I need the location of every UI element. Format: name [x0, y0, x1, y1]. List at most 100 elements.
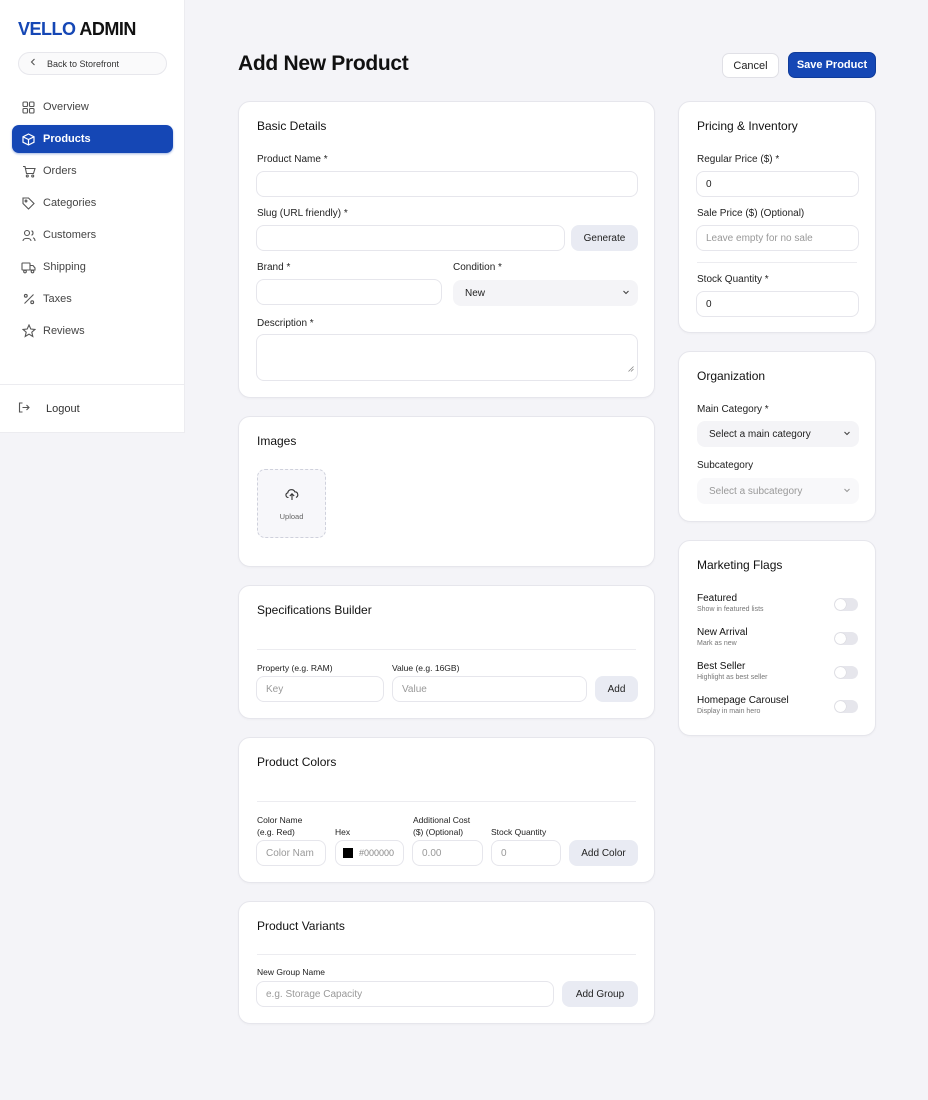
star-icon: [12, 324, 43, 338]
card-title: Product Colors: [257, 755, 337, 769]
sidebar-item-overview[interactable]: Overview: [12, 93, 173, 121]
stock-quantity-input[interactable]: 0: [696, 291, 859, 317]
sidebar-item-label: Categories: [43, 197, 97, 209]
property-label: Property (e.g. RAM): [257, 663, 333, 673]
condition-label: Condition *: [453, 262, 502, 273]
resize-handle-icon[interactable]: [628, 359, 634, 377]
sale-price-input[interactable]: Leave empty for no sale: [696, 225, 859, 251]
percent-icon: [12, 293, 43, 305]
sidebar-item-reviews[interactable]: Reviews: [12, 317, 173, 345]
flag-name-best-seller: Best Seller: [697, 661, 746, 672]
organization-card: Organization Main Category * Select a ma…: [678, 351, 876, 522]
flag-desc-featured: Show in featured lists: [697, 606, 764, 613]
sidebar-item-label: Products: [43, 133, 91, 145]
sidebar-item-orders[interactable]: Orders: [12, 157, 173, 185]
condition-select[interactable]: New: [453, 280, 638, 306]
color-name-label-line2: (e.g. Red): [257, 827, 295, 837]
sidebar-item-shipping[interactable]: Shipping: [12, 253, 173, 281]
save-product-button[interactable]: Save Product: [788, 52, 876, 78]
card-title: Organization: [697, 369, 766, 383]
toggle-homepage-carousel[interactable]: [834, 700, 858, 713]
tag-icon: [12, 196, 43, 210]
sidebar: VELLO ADMIN Back to Storefront Overview …: [0, 0, 185, 433]
add-color-button[interactable]: Add Color: [569, 840, 638, 866]
toggle-featured[interactable]: [834, 598, 858, 611]
toggle-best-seller[interactable]: [834, 666, 858, 679]
main-category-label: Main Category *: [697, 404, 769, 415]
toggle-knob: [835, 633, 846, 644]
description-textarea[interactable]: [256, 334, 638, 381]
color-name-label: Color Name (e.g. Red): [257, 814, 302, 838]
regular-price-input[interactable]: 0: [696, 171, 859, 197]
pricing-inventory-card: Pricing & Inventory Regular Price ($) * …: [678, 101, 876, 333]
sidebar-divider: [0, 384, 185, 385]
add-group-button[interactable]: Add Group: [562, 981, 638, 1007]
sidebar-item-label: Reviews: [43, 325, 85, 337]
generate-slug-button[interactable]: Generate: [571, 225, 638, 251]
additional-cost-label: Additional Cost ($) (Optional): [413, 814, 470, 838]
subcategory-select[interactable]: Select a subcategory: [697, 478, 859, 504]
card-title: Pricing & Inventory: [697, 119, 798, 133]
images-card: Images Upload: [238, 416, 655, 567]
color-stock-input[interactable]: 0: [491, 840, 561, 866]
condition-select-value: New: [465, 287, 486, 299]
hex-input[interactable]: #000000: [335, 840, 404, 866]
value-label: Value (e.g. 16GB): [392, 663, 460, 673]
add-spec-button[interactable]: Add: [595, 676, 638, 702]
sidebar-item-products[interactable]: Products: [12, 125, 173, 153]
regular-price-label: Regular Price ($) *: [697, 154, 780, 165]
main-category-select[interactable]: Select a main category: [697, 421, 859, 447]
hex-label: Hex: [335, 827, 351, 837]
divider: [257, 954, 636, 955]
main-category-value: Select a main category: [709, 428, 811, 440]
group-name-label: New Group Name: [257, 967, 326, 977]
divider: [257, 801, 636, 802]
sidebar-item-taxes[interactable]: Taxes: [12, 285, 173, 313]
product-name-input[interactable]: [256, 171, 638, 197]
subcategory-label: Subcategory: [697, 460, 754, 471]
truck-icon: [12, 261, 43, 274]
card-title: Marketing Flags: [697, 558, 783, 572]
brand-logo[interactable]: VELLO ADMIN: [18, 19, 136, 40]
color-stock-label: Stock Quantity: [491, 827, 547, 837]
chevron-left-icon: [19, 58, 47, 69]
additional-cost-label-line2: ($) (Optional): [413, 827, 464, 837]
toggle-knob: [835, 667, 846, 678]
flag-name-featured: Featured: [697, 593, 738, 604]
logout-label: Logout: [46, 403, 80, 415]
product-colors-card: Product Colors Color Name (e.g. Red) Col…: [238, 737, 655, 883]
hex-value: #000000: [359, 848, 395, 858]
toggle-new-arrival[interactable]: [834, 632, 858, 645]
image-upload-dropzone[interactable]: Upload: [257, 469, 326, 538]
spec-value-input[interactable]: Value: [392, 676, 587, 702]
additional-cost-input[interactable]: 0.00: [412, 840, 483, 866]
flag-name-new-arrival: New Arrival: [697, 627, 748, 638]
card-title: Images: [257, 434, 297, 448]
card-title: Product Variants: [257, 919, 345, 933]
slug-input[interactable]: [256, 225, 565, 251]
toggle-knob: [835, 701, 846, 712]
cancel-button[interactable]: Cancel: [722, 53, 779, 78]
color-name-input[interactable]: Color Nam: [256, 840, 326, 866]
marketing-flags-card: Marketing Flags Featured Show in feature…: [678, 540, 876, 736]
flag-desc-best-seller: Highlight as best seller: [697, 674, 768, 681]
flag-desc-homepage-carousel: Display in main hero: [697, 708, 761, 715]
description-label: Description *: [257, 318, 314, 329]
group-name-input[interactable]: e.g. Storage Capacity: [256, 981, 554, 1007]
sidebar-item-categories[interactable]: Categories: [12, 189, 173, 217]
sidebar-item-label: Shipping: [43, 261, 86, 273]
toggle-knob: [835, 599, 846, 610]
page-title: Add New Product: [238, 52, 409, 75]
sidebar-item-customers[interactable]: Customers: [12, 221, 173, 249]
color-swatch[interactable]: [343, 848, 353, 858]
brand-input[interactable]: [256, 279, 442, 305]
logout-button[interactable]: Logout: [18, 400, 80, 418]
cloud-upload-icon: [284, 487, 300, 506]
flag-name-homepage-carousel: Homepage Carousel: [697, 695, 789, 706]
sidebar-item-label: Orders: [43, 165, 77, 177]
back-to-storefront-button[interactable]: Back to Storefront: [18, 52, 167, 75]
spec-key-input[interactable]: Key: [256, 676, 384, 702]
color-name-label-line1: Color Name: [257, 815, 303, 825]
users-icon: [12, 229, 43, 242]
card-title: Specifications Builder: [257, 603, 372, 617]
